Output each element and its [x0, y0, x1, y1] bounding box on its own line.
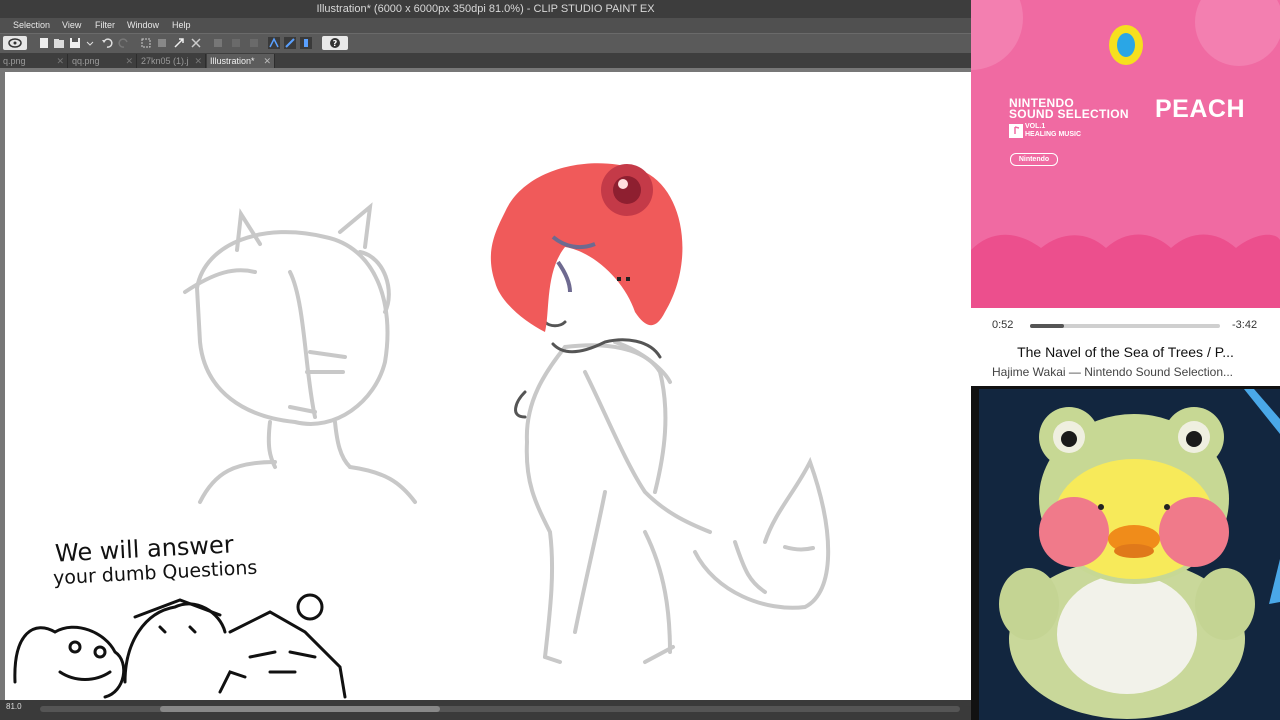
hair-shape: [490, 163, 683, 332]
tab-label: 27kn05 (1).j: [141, 56, 189, 66]
music-player: NINTENDO SOUND SELECTION VOL.1 HEALING M…: [971, 0, 1280, 386]
close-icon[interactable]: ✕: [194, 54, 202, 68]
help-icon[interactable]: ?: [322, 36, 348, 50]
fill-icon[interactable]: [156, 37, 168, 49]
layer-icon[interactable]: [212, 37, 224, 49]
tab-q-png[interactable]: q.png ✕: [0, 54, 68, 68]
scrollbar-thumb[interactable]: [160, 706, 440, 712]
window-title: Illustration* (6000 x 6000px 350dpi 81.0…: [0, 0, 971, 18]
plush-duck-image: [999, 389, 1280, 719]
nintendo-logo: Nintendo: [1010, 153, 1058, 166]
save-icon[interactable]: [69, 37, 81, 49]
canvas-area[interactable]: We will answer your dumb Questions: [0, 68, 971, 700]
perspective-icon[interactable]: [300, 37, 312, 49]
close-icon[interactable]: ✕: [263, 54, 271, 68]
tab-label: qq.png: [72, 56, 100, 66]
menu-filter[interactable]: Filter: [95, 18, 115, 33]
elapsed-time: 0:52: [992, 319, 1014, 331]
close-icon[interactable]: ✕: [125, 54, 133, 68]
open-file-icon[interactable]: [53, 37, 65, 49]
command-bar: ?: [0, 33, 971, 54]
close-icon[interactable]: ✕: [56, 54, 64, 68]
album-title: PEACH: [1155, 95, 1246, 123]
webcam-feed: [979, 389, 1280, 720]
redo-icon[interactable]: [118, 37, 130, 49]
sketch-artwork: [13, 163, 831, 699]
horizontal-scrollbar[interactable]: [40, 706, 960, 712]
menu-selection[interactable]: Selection: [13, 18, 50, 33]
menu-window[interactable]: Window: [127, 18, 159, 33]
drawing-canvas[interactable]: We will answer your dumb Questions: [5, 72, 971, 700]
menu-help[interactable]: Help: [172, 18, 191, 33]
undo-icon[interactable]: [101, 37, 113, 49]
tab-illustration[interactable]: Illustration* ✕: [207, 54, 275, 68]
ruler-icon[interactable]: [284, 37, 296, 49]
tab-qq-png[interactable]: qq.png ✕: [69, 54, 137, 68]
svg-text:?: ?: [333, 39, 338, 48]
album-vol: VOL.1: [1025, 123, 1046, 130]
remaining-time: -3:42: [1232, 319, 1258, 331]
song-title: The Navel of the Sea of Trees / P...: [1017, 344, 1234, 360]
progress-fill: [1030, 324, 1065, 328]
album-art: NINTENDO SOUND SELECTION VOL.1 HEALING M…: [971, 0, 1280, 308]
tab-label: Illustration*: [210, 56, 255, 66]
tab-label: q.png: [3, 56, 26, 66]
document-tabs: q.png ✕ qq.png ✕ 27kn05 (1).j ✕ Illustratio…: [0, 53, 971, 68]
selection-icon[interactable]: [140, 37, 152, 49]
tab-27kn05[interactable]: 27kn05 (1).j ✕: [138, 54, 206, 68]
playback-progress[interactable]: [1030, 324, 1220, 328]
layer-mask-icon[interactable]: [230, 37, 242, 49]
new-file-icon[interactable]: [38, 37, 50, 49]
song-artist: Hajime Wakai — Nintendo Sound Selection.…: [992, 365, 1234, 379]
menu-view[interactable]: View: [62, 18, 81, 33]
clear-icon[interactable]: [190, 37, 202, 49]
status-bar: 81.0: [0, 700, 971, 720]
album-brand-line2: SOUND SELECTION: [1009, 107, 1129, 121]
menu-bar: Selection View Filter Window Help: [0, 18, 971, 33]
zoom-level[interactable]: 81.0: [6, 702, 22, 711]
chevron-down-icon[interactable]: [84, 37, 94, 49]
clip-studio-window: Illustration* (6000 x 6000px 350dpi 81.0…: [0, 0, 971, 720]
layer-copy-icon[interactable]: [248, 37, 260, 49]
album-subtitle: HEALING MUSIC: [1025, 131, 1081, 138]
clip-studio-icon[interactable]: [3, 36, 27, 50]
transform-icon[interactable]: [173, 37, 185, 49]
snap-icon[interactable]: [268, 37, 280, 49]
